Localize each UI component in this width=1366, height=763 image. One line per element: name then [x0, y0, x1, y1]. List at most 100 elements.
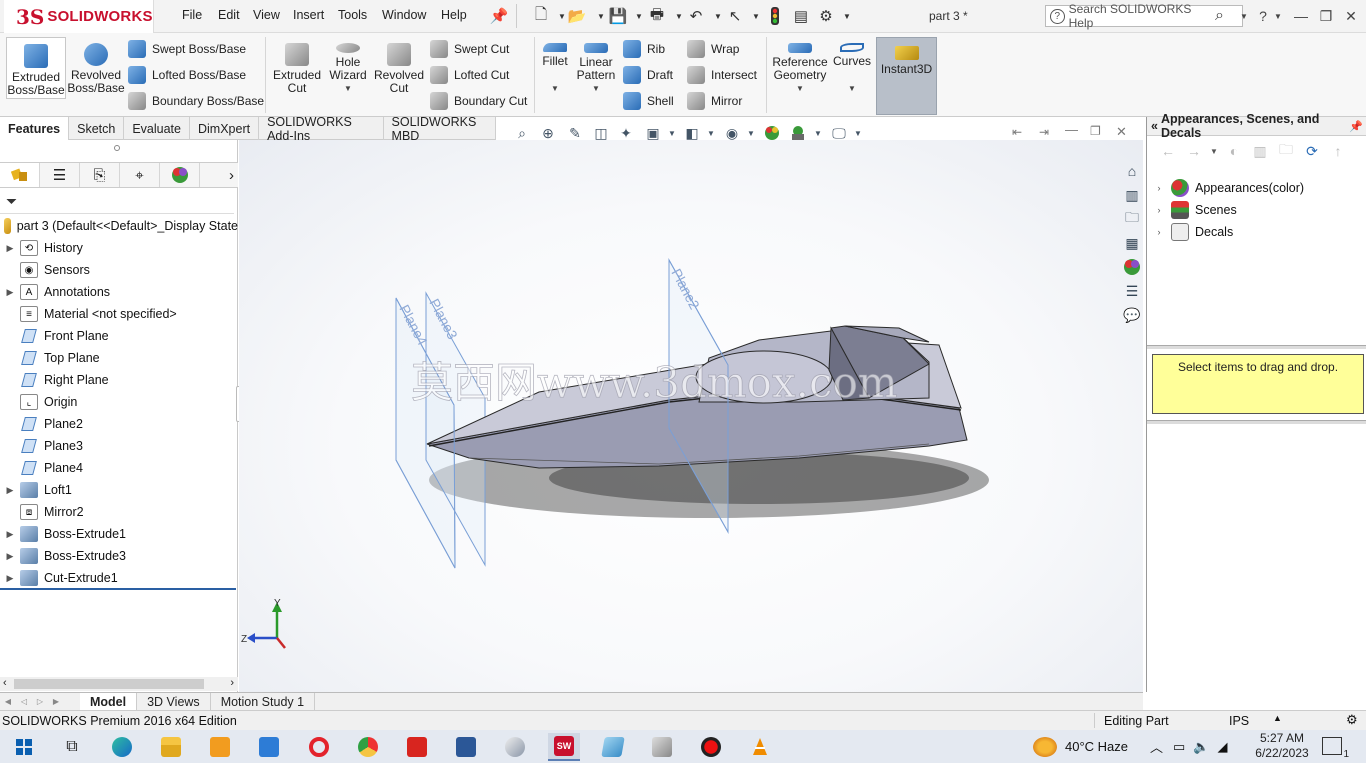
notifications-icon[interactable]: 1	[1322, 737, 1349, 760]
save-dropdown-icon[interactable]: ▼	[628, 7, 648, 25]
clock[interactable]: 5:27 AM 6/22/2023	[1254, 731, 1310, 761]
boundary-boss-button[interactable]: Boundary Boss/Base	[128, 91, 264, 111]
word-icon[interactable]	[450, 733, 482, 761]
expand-icon[interactable]: ▶	[0, 243, 20, 254]
save-icon[interactable]: 💾	[608, 7, 628, 25]
opera-browser-icon[interactable]	[303, 733, 335, 761]
appearances-scenes-decals-icon[interactable]	[1121, 256, 1143, 278]
viewport-restore-icon[interactable]: ❐	[1090, 124, 1101, 138]
expand-icon[interactable]: ▶	[0, 485, 20, 496]
collapse-chevron-icon[interactable]: «	[1151, 119, 1158, 133]
tree-item-cut-extrude1[interactable]: ▶ Cut-Extrude1	[0, 567, 238, 589]
vlc-player-icon[interactable]	[744, 733, 776, 761]
expand-icon[interactable]: ▶	[0, 529, 20, 540]
file-properties-icon[interactable]: ▤	[791, 7, 811, 25]
viewport-close-icon[interactable]: ✕	[1116, 124, 1127, 140]
reference-geometry-button[interactable]: Reference Geometry ▼	[770, 37, 830, 95]
weather-text[interactable]: 40°C Haze	[1065, 739, 1128, 754]
pin-icon[interactable]: 📌	[1349, 120, 1363, 133]
tab-features[interactable]: Features	[0, 117, 70, 140]
restore-button[interactable]: ❐	[1314, 6, 1338, 26]
menu-file[interactable]: File	[182, 8, 202, 22]
close-button[interactable]: ✕	[1339, 6, 1363, 26]
curves-dropdown-icon[interactable]: ▼	[848, 82, 856, 95]
linear-pattern-dropdown-icon[interactable]: ▼	[592, 82, 600, 95]
viewport-previous-icon[interactable]: ⇤	[1012, 125, 1022, 139]
tab-3d-views[interactable]: 3D Views	[137, 693, 211, 710]
expand-icon[interactable]: ›	[1147, 205, 1171, 215]
tab-motion-study[interactable]: Motion Study 1	[211, 693, 316, 710]
draft-button[interactable]: Draft	[623, 65, 673, 85]
solidworks-logo[interactable]: 3S SOLIDWORKS	[4, 0, 154, 33]
next-tab-icon[interactable]: ▷	[32, 697, 48, 706]
pin-menu-icon[interactable]: 📌	[489, 7, 509, 25]
instant3d-button[interactable]: Instant3D	[876, 37, 937, 115]
displaymanager-tab[interactable]	[160, 163, 200, 187]
filter-icon[interactable]: ⏷	[0, 190, 234, 214]
rebuild-traffic-light-icon[interactable]	[765, 7, 785, 25]
tab-solidworks-add-ins[interactable]: SOLIDWORKS Add-Ins	[259, 115, 384, 143]
file-explorer-icon[interactable]: 🗀	[1121, 208, 1143, 230]
linear-pattern-button[interactable]: Linear Pattern ▼	[576, 37, 616, 95]
tree-item-front-plane[interactable]: Front Plane	[0, 325, 238, 347]
tree-item-history[interactable]: ▶ ⟲ History	[0, 237, 238, 259]
lofted-cut-button[interactable]: Lofted Cut	[430, 65, 509, 85]
tab-solidworks-mbd[interactable]: SOLIDWORKS MBD	[384, 115, 496, 143]
extruded-boss-button[interactable]: Extruded Boss/Base	[6, 37, 66, 99]
scroll-right-icon[interactable]: ›	[230, 677, 234, 689]
weather-sun-icon[interactable]	[1033, 736, 1057, 757]
first-tab-icon[interactable]: ◀	[0, 697, 16, 706]
up-one-level-icon[interactable]: ↑	[1325, 143, 1351, 159]
expand-icon[interactable]: ▶	[0, 287, 20, 298]
configurationmanager-tab[interactable]: ⎘	[80, 163, 120, 187]
expand-icon[interactable]: ›	[1147, 183, 1171, 193]
mail-icon[interactable]	[253, 733, 285, 761]
tree-item-plane4[interactable]: Plane4	[0, 457, 238, 479]
tree-item-right-plane[interactable]: Right Plane	[0, 369, 238, 391]
tree-item-plane3[interactable]: Plane3	[0, 435, 238, 457]
back-icon[interactable]: ←	[1155, 143, 1181, 159]
print-icon[interactable]: 🖶	[647, 6, 667, 25]
custom-properties-icon[interactable]: ☰	[1121, 280, 1143, 302]
history-dropdown-icon[interactable]: ▼	[1207, 147, 1221, 156]
mirror-button[interactable]: Mirror	[687, 91, 742, 111]
options-dropdown-icon[interactable]: ▼	[836, 7, 856, 25]
tree-item-boss-extrude3[interactable]: ▶ Boss-Extrude3	[0, 545, 238, 567]
print-dropdown-icon[interactable]: ▼	[668, 7, 688, 25]
swept-boss-button[interactable]: Swept Boss/Base	[128, 39, 246, 59]
chevron-right-icon[interactable]: ›	[200, 163, 238, 187]
minimize-button[interactable]: —	[1289, 6, 1313, 26]
battery-icon[interactable]: ▭	[1173, 739, 1185, 755]
tab-evaluate[interactable]: Evaluate	[124, 117, 190, 140]
search-icon[interactable]: ⌕	[1215, 7, 1224, 25]
lofted-boss-button[interactable]: Lofted Boss/Base	[128, 65, 246, 85]
microsoft-store-icon[interactable]	[204, 733, 236, 761]
edge-browser-icon[interactable]	[106, 733, 138, 761]
windows-start-icon[interactable]	[8, 733, 40, 761]
shell-button[interactable]: Shell	[623, 91, 674, 111]
view-palette-icon[interactable]: ▦	[1121, 232, 1143, 254]
tree-item-top-plane[interactable]: Top Plane	[0, 347, 238, 369]
wifi-icon[interactable]: ◢	[1218, 739, 1228, 755]
options-gear-icon[interactable]: ⚙	[816, 7, 836, 25]
tree-item-plane2[interactable]: Plane2	[0, 413, 238, 435]
tree-item-material-not-specified[interactable]: ≡ Material <not specified>	[0, 303, 238, 325]
panel-grip-icon[interactable]	[114, 145, 120, 151]
rollback-bar[interactable]	[0, 588, 236, 590]
dimxpertmanager-tab[interactable]: ⌖	[120, 163, 160, 187]
solidworks-forum-icon[interactable]: 💬	[1121, 304, 1143, 326]
add-folder-icon[interactable]: 🗀	[1273, 139, 1299, 163]
forward-icon[interactable]: →	[1181, 143, 1207, 159]
menu-help[interactable]: Help	[441, 8, 467, 22]
tree-item-boss-extrude1[interactable]: ▶ Boss-Extrude1	[0, 523, 238, 545]
refresh-icon[interactable]: ⟳	[1299, 143, 1325, 160]
undo-dropdown-icon[interactable]: ▼	[707, 7, 727, 25]
swept-cut-button[interactable]: Swept Cut	[430, 39, 509, 59]
tree-item-mirror2[interactable]: ⧈ Mirror2	[0, 501, 238, 523]
tab-model[interactable]: Model	[80, 693, 138, 710]
file-explorer-taskbar-icon[interactable]	[155, 733, 187, 761]
create-new-folder-icon[interactable]: ▥	[1247, 143, 1273, 160]
rib-button[interactable]: Rib	[623, 39, 665, 59]
viewport-next-icon[interactable]: ⇥	[1039, 125, 1049, 139]
tree-item-sensors[interactable]: ◉ Sensors	[0, 259, 238, 281]
